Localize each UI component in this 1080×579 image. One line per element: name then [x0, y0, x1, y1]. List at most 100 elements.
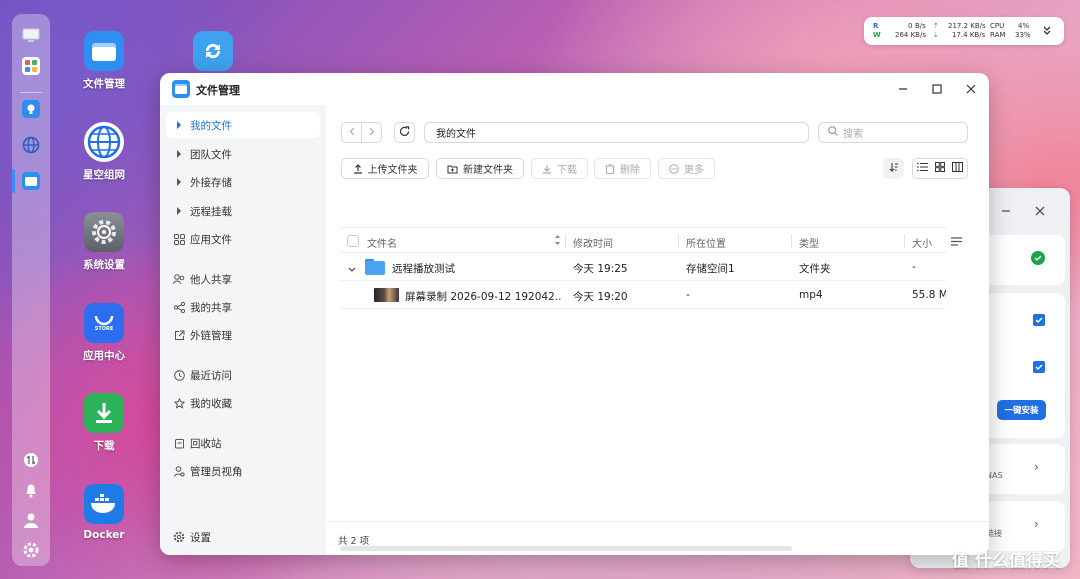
- window-title: 文件管理: [196, 84, 240, 97]
- minimize-icon[interactable]: [1000, 205, 1012, 220]
- checkbox-checked[interactable]: [1033, 314, 1045, 326]
- left-dock: [12, 14, 50, 566]
- minimize-button[interactable]: [896, 82, 910, 96]
- trash-icon: [605, 163, 615, 174]
- path-bar[interactable]: 我的文件: [424, 122, 809, 143]
- maximize-button[interactable]: [930, 82, 944, 96]
- app-grid-icon[interactable]: [22, 57, 40, 75]
- sidebar-item-admin-view[interactable]: 管理员视角: [166, 458, 320, 484]
- gear-icon: [173, 531, 185, 543]
- docker-icon: [84, 484, 124, 524]
- file-manager-window: 文件管理 我的文件 团队文件 外接存储 远程挂载 应用文件 他人共享 我的共享 …: [160, 73, 989, 555]
- sidebar-item-recent[interactable]: 最近访问: [166, 362, 320, 388]
- grid-icon: [173, 233, 185, 245]
- close-button[interactable]: [964, 82, 978, 96]
- bulb-icon[interactable]: [22, 100, 40, 118]
- chevron-right-icon: ›: [1034, 460, 1039, 474]
- grid-view-icon[interactable]: [934, 162, 945, 175]
- checkbox-checked[interactable]: [1033, 361, 1045, 373]
- table-row[interactable]: 远程播放测试 今天 19:25 存储空间1 文件夹 -: [340, 253, 946, 281]
- refresh-button[interactable]: [394, 122, 415, 143]
- forward-button[interactable]: [361, 122, 382, 143]
- upload-folder-button[interactable]: 上传文件夹: [341, 158, 429, 179]
- column-header-type[interactable]: 类型: [799, 235, 819, 250]
- globe-app-icon: [84, 122, 124, 162]
- sidebar-item-recycle-bin[interactable]: 回收站: [166, 430, 320, 456]
- video-thumbnail: [374, 288, 399, 302]
- table-row[interactable]: 屏幕录制 2026-09-12 192042.... 今天 19:20 - mp…: [340, 281, 946, 309]
- main-content: 我的文件 搜索 上传文件夹 新建文件夹 下载 删除 更多 文件名 修改时间 所在…: [326, 105, 989, 555]
- user-icon[interactable]: [22, 511, 40, 529]
- system-stats-widget: R 0 B/s ⇡ 217.2 KB/s CPU 4% W 264 KB/s ⇣…: [864, 17, 1064, 45]
- desktop-download[interactable]: 下载: [71, 393, 137, 453]
- sidebar-item-link-management[interactable]: 外链管理: [166, 322, 320, 348]
- desktop-network[interactable]: 星空组网: [71, 122, 137, 182]
- trash-icon: [173, 437, 185, 449]
- clock-icon: [173, 369, 185, 381]
- folder-icon: [365, 259, 385, 278]
- check-circle-icon: [1031, 251, 1045, 265]
- more-button[interactable]: 更多: [658, 158, 715, 179]
- chevron-right-icon: [369, 127, 375, 139]
- delete-button[interactable]: 删除: [594, 158, 651, 179]
- close-icon[interactable]: [1034, 205, 1046, 220]
- select-all-checkbox[interactable]: [347, 235, 359, 247]
- bg-card[interactable]: NAS ›: [985, 444, 1065, 494]
- search-icon: [828, 126, 838, 139]
- refresh-icon: [399, 125, 410, 140]
- desktop-system-settings[interactable]: 系统设置: [71, 212, 137, 272]
- chevron-right-icon: ›: [1034, 517, 1039, 531]
- admin-icon: [173, 465, 185, 477]
- sidebar-item-my-shares[interactable]: 我的共享: [166, 294, 320, 320]
- title-bar[interactable]: 文件管理: [160, 73, 989, 105]
- column-header-location[interactable]: 所在位置: [686, 235, 726, 250]
- sidebar-item-shared-with-me[interactable]: 他人共享: [166, 266, 320, 292]
- bg-card: 一键安装: [985, 293, 1065, 438]
- sidebar-item-team-files[interactable]: 团队文件: [166, 141, 320, 167]
- column-header-modified[interactable]: 修改时间: [573, 235, 613, 250]
- bg-card: [985, 235, 1065, 285]
- table-header: 文件名 修改时间 所在位置 类型 大小: [340, 227, 946, 253]
- new-folder-icon: [447, 164, 458, 174]
- gear-app-icon: [84, 212, 124, 252]
- sidebar-item-remote-mount[interactable]: 远程挂载: [166, 198, 320, 224]
- bg-card[interactable]: 链接 ›: [985, 501, 1065, 551]
- share-icon: [173, 301, 185, 313]
- column-header-name[interactable]: 文件名: [367, 235, 397, 250]
- settings-gear-icon[interactable]: [22, 541, 40, 559]
- sidebar-item-external-storage[interactable]: 外接存储: [166, 169, 320, 195]
- download-arrow-icon: ⇣: [933, 31, 939, 39]
- back-button[interactable]: [341, 122, 362, 143]
- desktop-sync-app[interactable]: [180, 31, 246, 76]
- sidebar-item-app-files[interactable]: 应用文件: [166, 226, 320, 252]
- column-view-icon[interactable]: [952, 162, 964, 175]
- sort-button[interactable]: [883, 158, 904, 179]
- globe-icon[interactable]: [22, 136, 40, 154]
- expand-chevron-icon[interactable]: [1042, 25, 1052, 39]
- sort-arrows-icon[interactable]: [554, 234, 561, 249]
- sidebar-item-my-files[interactable]: 我的文件: [166, 112, 320, 138]
- desktop-docker[interactable]: Docker: [71, 484, 137, 541]
- star-icon: [173, 397, 185, 409]
- download-button[interactable]: 下载: [531, 158, 588, 179]
- search-input[interactable]: 搜索: [818, 122, 968, 143]
- transfer-icon[interactable]: [22, 451, 40, 469]
- list-view-icon[interactable]: [916, 162, 928, 175]
- chevron-down-icon[interactable]: [348, 263, 356, 276]
- download-app-icon: [84, 393, 124, 433]
- column-header-size[interactable]: 大小: [912, 235, 932, 250]
- caret-right-icon: [173, 148, 185, 160]
- sidebar-item-settings[interactable]: 设置: [166, 524, 320, 550]
- view-switcher: [912, 158, 968, 179]
- one-click-install-button[interactable]: 一键安装: [997, 400, 1046, 420]
- watermark: 值 什么值得买: [952, 551, 1060, 571]
- desktop-file-manager[interactable]: 文件管理: [71, 31, 137, 91]
- bell-icon[interactable]: [22, 481, 40, 499]
- monitor-icon[interactable]: [22, 27, 40, 45]
- column-settings-icon[interactable]: [951, 236, 962, 249]
- file-manager-dock-icon[interactable]: [22, 172, 40, 190]
- new-folder-button[interactable]: 新建文件夹: [436, 158, 524, 179]
- store-icon: STORE: [84, 303, 124, 343]
- sidebar-item-favorites[interactable]: 我的收藏: [166, 390, 320, 416]
- desktop-app-center[interactable]: STORE 应用中心: [71, 303, 137, 363]
